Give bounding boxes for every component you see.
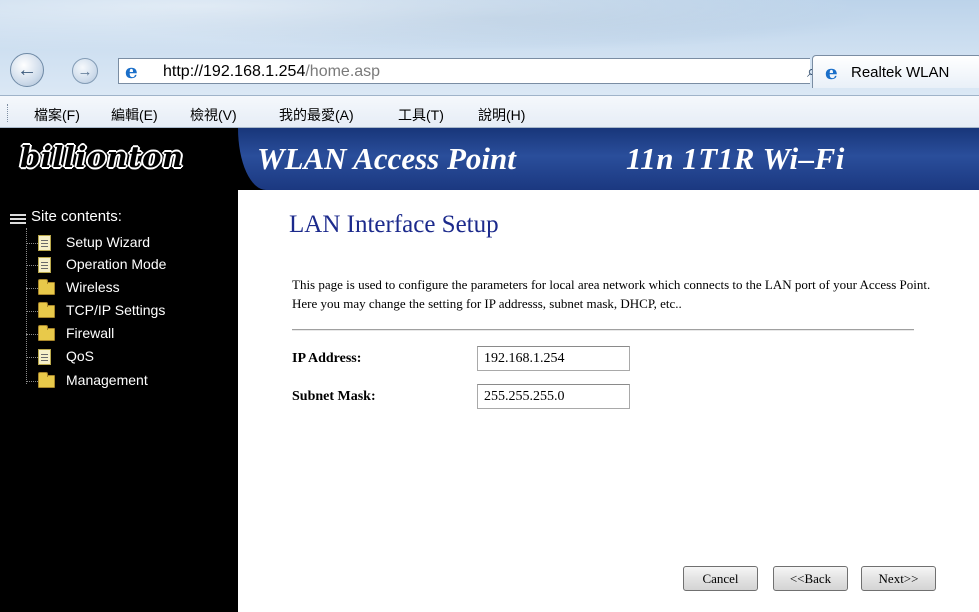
folder-icon [38,302,55,318]
address-bar[interactable]: e http://192.168.1.254/home.asp ⌕▾↻✕ [118,58,878,84]
menu-bar: 檔案(F) 編輯(E) 檢視(V) 我的最愛(A) 工具(T) 說明(H) [0,95,979,128]
tree-branch [26,334,38,335]
brand-logo: billionton [20,140,184,174]
window-frame-background [0,0,979,60]
menubar-grip [7,104,10,122]
forward-arrow-icon: → [77,62,93,80]
tree-branch [26,265,38,266]
site-contents-icon [10,214,26,224]
tab-title: Realtek WLAN [851,64,950,81]
subnet-mask-label: Subnet Mask: [292,389,376,404]
sidebar-item-label[interactable]: Operation Mode [66,256,166,272]
sidebar [0,190,238,612]
browser-tab[interactable]: e Realtek WLAN [812,55,979,88]
sidebar-item-label[interactable]: Setup Wizard [66,234,150,250]
sidebar-item-label[interactable]: Management [66,372,148,388]
page-description: This page is used to configure the param… [292,277,931,311]
url-path: /home.asp [305,63,381,80]
menu-tools[interactable]: 工具(T) [398,105,444,125]
tree-branch [26,381,38,382]
sidebar-item-label[interactable]: TCP/IP Settings [66,302,165,318]
ie-tab-icon: e [825,60,838,84]
menu-help[interactable]: 說明(H) [478,105,525,125]
sidebar-item-label[interactable]: Firewall [66,325,114,341]
site-contents-heading: Site contents: [31,208,122,225]
tree-connector [26,228,27,384]
folder-icon [38,372,55,388]
ie-page-icon: e [125,59,138,83]
tree-branch [26,357,38,358]
forward-button[interactable]: → [72,58,98,84]
menu-file[interactable]: 檔案(F) [34,105,80,125]
sidebar-item-label[interactable]: Wireless [66,279,120,295]
folder-icon [38,325,55,341]
back-button[interactable]: ← [10,53,44,87]
page-title: LAN Interface Setup [289,211,499,238]
ip-address-label: IP Address: [292,351,362,366]
url-host: http://192.168.1.254 [163,63,306,80]
ip-address-input[interactable] [477,346,630,371]
tree-branch [26,243,38,244]
tree-branch [26,311,38,312]
folder-icon [38,279,55,295]
sidebar-item-label[interactable]: QoS [66,348,94,364]
document-icon [38,235,51,251]
next-step-button[interactable]: Next>> [861,566,936,591]
document-icon [38,349,51,365]
menu-edit[interactable]: 編輯(E) [111,105,158,125]
subnet-mask-input[interactable] [477,384,630,409]
back-step-button[interactable]: <<Back [773,566,848,591]
tree-branch [26,288,38,289]
header-subtitle: 11n 1T1R Wi–Fi [626,141,845,176]
document-icon [38,257,51,273]
menu-favorites[interactable]: 我的最愛(A) [279,105,354,125]
back-arrow-icon: ← [17,58,37,81]
menu-view[interactable]: 檢視(V) [190,105,237,125]
header-title: WLAN Access Point [257,141,516,176]
cancel-button[interactable]: Cancel [683,566,758,591]
url-text[interactable]: http://192.168.1.254/home.asp [163,63,380,81]
divider [292,329,914,331]
